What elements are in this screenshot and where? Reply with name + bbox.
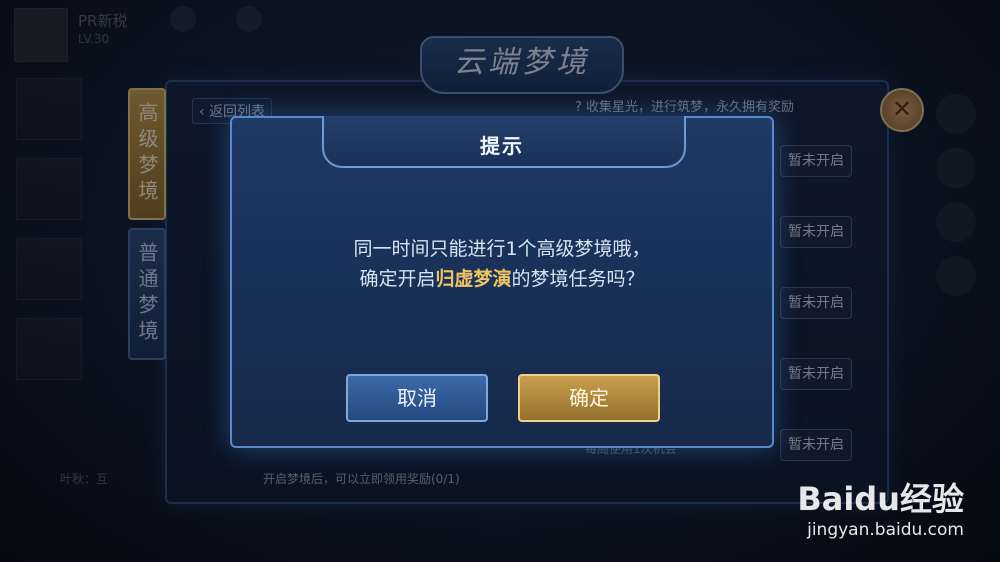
message-suffix: 的梦境任务吗？ xyxy=(511,268,645,290)
watermark-logo: Baidu经验 xyxy=(797,480,964,518)
confirm-dialog: 提示 同一时间只能进行1个高级梦境哦， 确定开启归虚梦演的梦境任务吗？ 取消 确… xyxy=(230,116,774,448)
confirm-button[interactable]: 确定 xyxy=(518,374,660,422)
dream-name-highlight: 归虚梦演 xyxy=(435,268,512,290)
baidu-watermark: Baidu经验 jingyan.baidu.com xyxy=(797,474,964,540)
message-line-2: 确定开启归虚梦演的梦境任务吗？ xyxy=(232,264,772,294)
cancel-button[interactable]: 取消 xyxy=(346,374,488,422)
dialog-title: 提示 xyxy=(480,134,524,158)
watermark-url: jingyan.baidu.com xyxy=(807,520,964,540)
message-prefix: 确定开启 xyxy=(359,268,436,290)
dialog-message: 同一时间只能进行1个高级梦境哦， 确定开启归虚梦演的梦境任务吗？ xyxy=(232,234,772,294)
message-line-1: 同一时间只能进行1个高级梦境哦， xyxy=(353,238,651,260)
